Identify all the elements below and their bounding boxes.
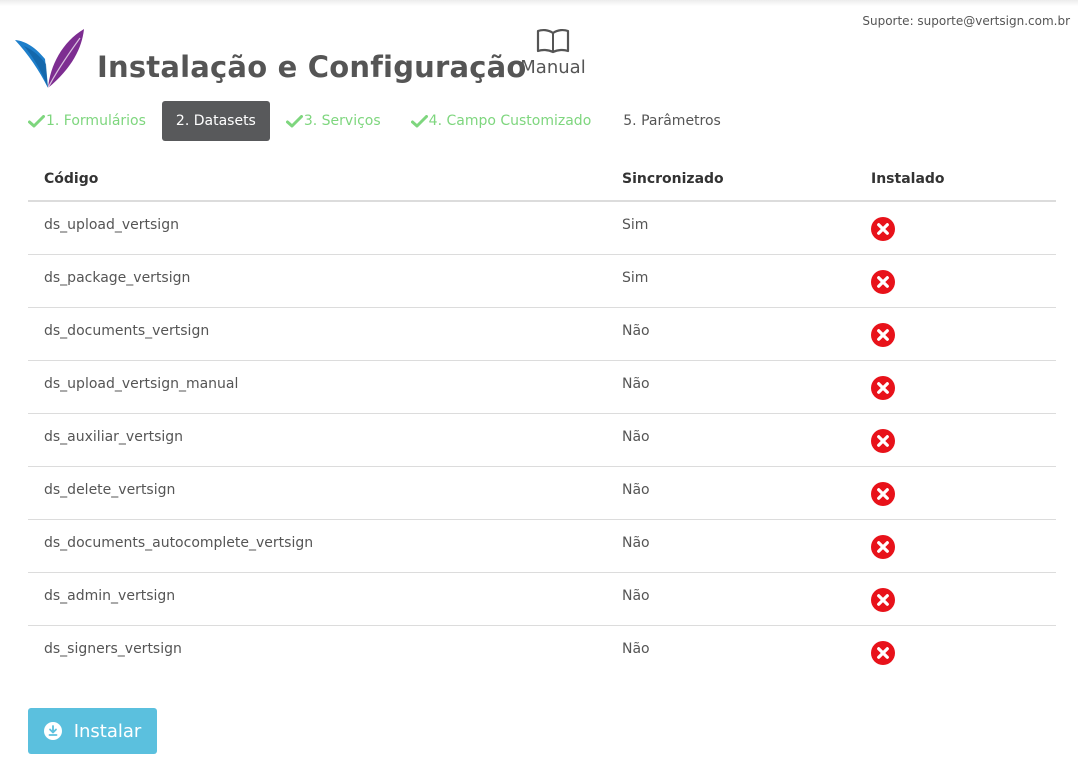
sync-status-cell: Sim [606,254,855,308]
step-parametros[interactable]: 5. Parâmetros [623,101,721,141]
step-campo-customizado[interactable]: 4. Campo Customizado [410,101,592,141]
sync-status-cell: Não [606,413,855,467]
install-button[interactable]: Instalar [28,708,157,754]
error-icon [871,322,895,347]
sync-status-cell: Não [606,519,855,573]
installed-status-cell [855,413,1056,467]
check-icon [285,114,303,127]
error-icon [871,587,895,612]
dataset-code-cell: ds_admin_vertsign [28,572,606,626]
dataset-code-cell: ds_package_vertsign [28,254,606,308]
installed-status-cell [855,307,1056,361]
top-shadow [0,0,1078,6]
error-icon [871,534,895,559]
sync-status-cell: Sim [606,201,855,255]
installed-status-cell [855,519,1056,573]
installed-status-cell [855,201,1056,255]
column-header-installed: Instalado [855,158,1056,202]
dataset-code-cell: ds_upload_vertsign [28,201,606,255]
datasets-table: Código Sincronizado Instalado ds_upload_… [28,158,1056,678]
column-header-sync: Sincronizado [606,158,855,202]
step-datasets[interactable]: 2. Datasets [161,101,270,141]
table-row: ds_auxiliar_vertsign Não [28,413,1056,467]
error-icon [871,375,895,400]
error-icon [871,640,895,665]
sync-status-cell: Não [606,572,855,626]
support-contact: Suporte: suporte@vertsign.com.br [862,14,1070,28]
table-row: ds_package_vertsign Sim [28,254,1056,308]
installed-status-cell [855,254,1056,308]
check-icon [410,114,428,127]
error-icon [871,217,895,241]
step-servicos[interactable]: 3. Serviços [285,101,381,141]
dataset-code-cell: ds_documents_vertsign [28,307,606,361]
table-row: ds_upload_vertsign_manual Não [28,360,1056,414]
dataset-code-cell: ds_upload_vertsign_manual [28,360,606,414]
installed-status-cell [855,625,1056,678]
installed-status-cell [855,466,1056,520]
dataset-code-cell: ds_auxiliar_vertsign [28,413,606,467]
error-icon [871,428,895,453]
table-row: ds_upload_vertsign Sim [28,201,1056,255]
installed-status-cell [855,360,1056,414]
error-icon [871,481,895,506]
step-label: 1. Formulários [46,113,146,129]
table-row: ds_delete_vertsign Não [28,466,1056,520]
table-row: ds_admin_vertsign Não [28,572,1056,626]
table-row: ds_signers_vertsign Não [28,625,1056,678]
step-label: 5. Parâmetros [623,113,721,129]
page-title: Instalação e Configuração [97,50,527,84]
wizard-steps: 1. Formulários 2. Datasets 3. Serviços 4… [28,101,721,141]
install-button-label: Instalar [73,720,142,742]
sync-status-cell: Não [606,307,855,361]
step-formularios[interactable]: 1. Formulários [28,101,146,141]
step-label: 2. Datasets [175,113,256,129]
column-header-code: Código [28,158,606,202]
dataset-code-cell: ds_signers_vertsign [44,640,182,657]
table-body: ds_upload_vertsign Sim ds_package_vertsign… [28,201,1056,678]
sync-status-cell: Não [606,466,855,520]
installed-status-cell [855,572,1056,626]
table-row: ds_documents_autocomplete_vertsign Não [28,519,1056,573]
step-label: 4. Campo Customizado [428,113,592,129]
sync-status-cell: Não [622,640,650,657]
vertsign-logo [12,26,86,90]
step-label: 3. Serviços [303,113,381,129]
dataset-code-cell: ds_documents_autocomplete_vertsign [28,519,606,573]
download-icon [43,722,62,740]
check-icon [28,114,45,127]
error-icon [871,269,895,294]
dataset-code-cell: ds_delete_vertsign [28,466,606,520]
book-icon [536,28,570,54]
sync-status-cell: Não [606,360,855,414]
manual-link[interactable]: Manual [515,28,591,86]
manual-label: Manual [520,57,586,78]
table-row: ds_documents_vertsign Não [28,307,1056,361]
table-header-row: Código Sincronizado Instalado [28,158,1056,202]
